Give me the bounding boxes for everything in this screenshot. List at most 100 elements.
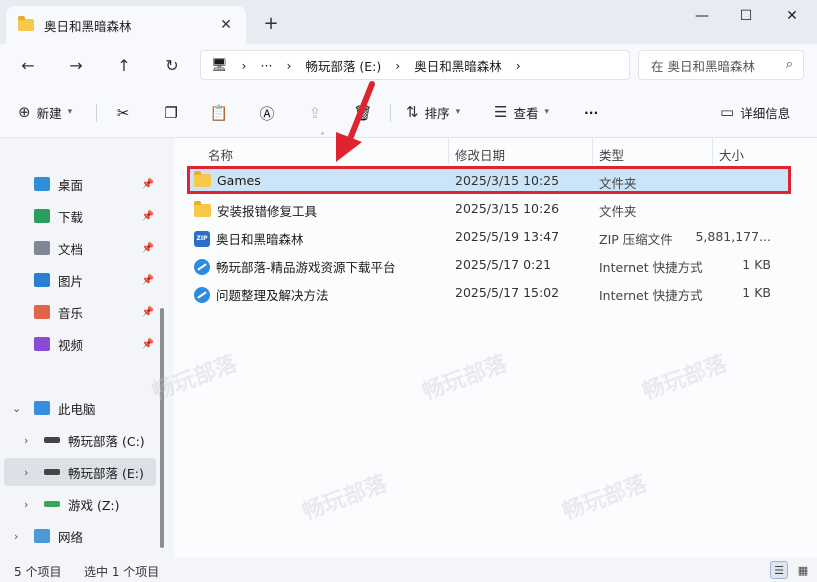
sidebar-item-label: 音乐 (58, 305, 84, 321)
new-label: 新建 (36, 105, 62, 121)
file-modified: 2025/3/15 10:26 (455, 201, 560, 216)
folder-icon (194, 201, 211, 217)
sidebar-item-music[interactable]: 音乐 📌 (0, 298, 160, 326)
view-button[interactable]: ☰ 查看 ▾ (494, 100, 549, 124)
sidebar-item-document[interactable]: 文档 📌 (0, 234, 160, 262)
this-pc-icon (34, 401, 50, 415)
file-row[interactable]: ZIP 奥日和黑暗森林 2025/5/19 13:47 ZIP 压缩文件 5,881,1… (188, 224, 788, 250)
file-row[interactable]: 问题整理及解决方法 2025/5/17 15:02 Internet 快捷方式 1 K… (188, 280, 788, 306)
chevron-right-icon: › (14, 529, 19, 543)
sidebar-item-label: 畅玩部落 (C:) (68, 433, 145, 449)
breadcrumb-more[interactable]: ··· (261, 58, 273, 73)
tab-title: 奥日和黑暗森林 (44, 18, 132, 34)
breadcrumb-drive[interactable]: 畅玩部落 (E:) (305, 56, 381, 75)
sidebar-item-label: 文档 (58, 241, 84, 257)
refresh-button[interactable]: ↻ (158, 52, 186, 78)
sidebar-item-video[interactable]: 视频 📌 (0, 330, 160, 358)
tab-close-button[interactable]: ✕ (214, 13, 238, 37)
details-label: 详细信息 (740, 105, 791, 121)
sort-button[interactable]: ⇅ 排序 ▾ (406, 100, 460, 124)
up-button[interactable]: ↑ (110, 52, 138, 78)
file-type: 文件夹 (599, 204, 637, 219)
column-divider[interactable] (592, 138, 593, 164)
details-view-icon[interactable]: ☰ (770, 561, 788, 579)
back-button[interactable]: ← (14, 52, 42, 78)
pin-icon: 📌 (141, 210, 154, 222)
sidebar-item-label: 畅玩部落 (E:) (68, 465, 144, 481)
breadcrumb-folder[interactable]: 奥日和黑暗森林 (414, 56, 502, 75)
tiles-view-icon[interactable]: ▦ (794, 561, 812, 579)
share-icon[interactable]: ⇪ (304, 102, 326, 124)
sidebar-item-label: 视频 (58, 337, 84, 353)
file-name-text: 问题整理及解决方法 (216, 288, 329, 303)
pin-icon: 📌 (141, 178, 154, 190)
column-header-size[interactable]: 大小 (719, 142, 744, 166)
sidebar-item-label: 图片 (58, 273, 84, 289)
file-type: ZIP 压缩文件 (599, 232, 673, 247)
breadcrumb-separator: › (241, 57, 247, 73)
new-button[interactable]: ⊕ 新建 ▾ (18, 100, 72, 124)
address-bar[interactable]: 🖥 › ··· › 畅玩部落 (E:) › 奥日和黑暗森林 › (200, 50, 630, 80)
rename-icon[interactable]: Ⓐ (256, 102, 278, 124)
delete-icon[interactable]: 🗑 (352, 102, 374, 124)
video-icon (34, 337, 50, 351)
column-header-modified[interactable]: 修改日期 (455, 142, 505, 166)
file-type: Internet 快捷方式 (599, 288, 703, 303)
sidebar-item-this-pc[interactable]: ⌄ 此电脑 (0, 394, 160, 422)
sidebar-scrollbar[interactable] (160, 308, 164, 548)
document-icon (34, 241, 50, 255)
column-header-type[interactable]: 类型 (599, 142, 624, 166)
details-pane-button[interactable]: ▭ 详细信息 (720, 100, 790, 124)
cut-icon[interactable]: ✂ (112, 102, 134, 124)
view-label: 查看 (513, 105, 539, 121)
forward-button[interactable]: → (62, 52, 90, 78)
view-icon: ☰ (494, 103, 508, 121)
sidebar-item-drive-z[interactable]: › 游戏 (Z:) (0, 490, 160, 518)
file-size: 5,881,177... (695, 229, 771, 244)
sidebar-item-label: 网络 (58, 529, 84, 545)
breadcrumb-separator: › (515, 57, 521, 73)
minimize-button[interactable]: — (680, 4, 724, 28)
more-options-button[interactable]: ··· (584, 100, 598, 124)
toolbar-divider (390, 104, 391, 122)
sidebar-item-download[interactable]: 下载 📌 (0, 202, 160, 230)
file-row[interactable]: 安装报错修复工具 2025/3/15 10:26 文件夹 (188, 196, 788, 222)
selected-count: 选中 1 个项目 (84, 565, 160, 579)
close-window-button[interactable]: ✕ (770, 4, 814, 28)
navigation-pane: 桌面 📌 下载 📌 文档 📌 图片 📌 音乐 📌 视频 📌 ⌄ 此电脑 › 畅玩部落 (C:) › 畅玩部落… (0, 138, 174, 558)
tab-current-folder[interactable]: 奥日和黑暗森林 ✕ (6, 6, 246, 44)
chevron-down-icon: ⌄ (12, 401, 22, 415)
pin-icon: 📌 (141, 338, 154, 350)
details-pane-icon: ▭ (720, 103, 735, 121)
breadcrumb-separator: › (286, 57, 292, 73)
column-header-name[interactable]: 名称 (208, 142, 233, 166)
file-row[interactable]: 畅玩部落-精品游戏资源下载平台 2025/5/17 0:21 Internet 快捷… (188, 252, 788, 278)
computer-icon: 🖥 (211, 57, 228, 73)
column-divider[interactable] (448, 138, 449, 164)
file-list: 名称 ˄ 修改日期 类型 大小 Games 2025/3/15 10:25 文件夹安… (174, 132, 817, 558)
sidebar-item-network[interactable]: › 网络 (0, 522, 160, 550)
drive-c-icon (44, 437, 60, 443)
column-divider[interactable] (712, 138, 713, 164)
sidebar-item-drive-e[interactable]: › 畅玩部落 (E:) (4, 458, 156, 486)
plus-circle-icon: ⊕ (18, 103, 31, 121)
sidebar-item-pictures[interactable]: 图片 📌 (0, 266, 160, 294)
search-input[interactable]: 在 奥日和黑暗森林 ⌕ (638, 50, 804, 80)
new-tab-button[interactable]: + (258, 10, 284, 36)
chevron-down-icon: ▾ (67, 107, 73, 117)
sort-label: 排序 (424, 105, 450, 121)
maximize-button[interactable]: ☐ (724, 4, 768, 28)
paste-icon[interactable]: 📋 (208, 102, 230, 124)
file-name: 安装报错修复工具 (194, 201, 317, 220)
chevron-right-icon: › (24, 497, 29, 511)
file-name-text: 安装报错修复工具 (217, 204, 318, 219)
download-icon (34, 209, 50, 223)
toolbar-divider (96, 104, 97, 122)
sidebar-item-label: 下载 (58, 209, 84, 225)
sidebar-item-drive-c[interactable]: › 畅玩部落 (C:) (0, 426, 160, 454)
copy-icon[interactable]: ❐ (160, 102, 182, 124)
chevron-right-icon: › (24, 465, 29, 479)
sidebar-item-desktop[interactable]: 桌面 📌 (0, 170, 160, 198)
sidebar-item-label: 桌面 (58, 177, 84, 193)
internet-shortcut-icon (194, 258, 210, 275)
